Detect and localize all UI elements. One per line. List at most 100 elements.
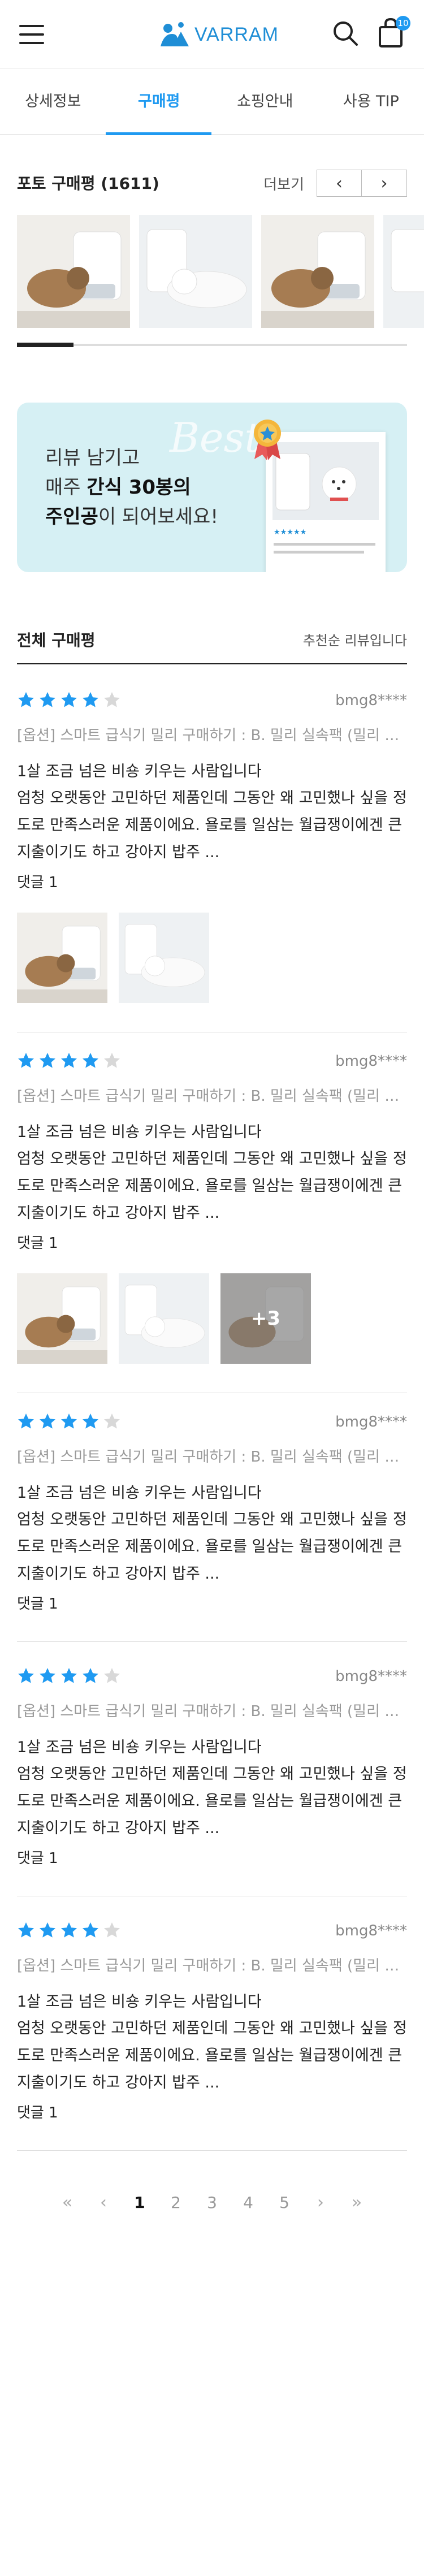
white-cat-feeder-image [139,215,252,328]
banner-line-3-post: 이 되어보세요! [98,505,218,528]
review-comments[interactable]: 댓글 1 [17,1231,58,1252]
banner-line-3-bold: 주인공 [45,505,98,528]
search-icon[interactable] [331,19,360,47]
page-1[interactable]: 1 [122,2193,158,2212]
review-divider [17,2150,407,2151]
app-header: VARRAM 10 [0,0,424,69]
review-item[interactable]: bmg8**** [옵션] 스마트 급식기 밀리 구매하기 : B. 밀리 실속… [17,1667,407,1893]
white-cat-feeder-image [119,1273,209,1364]
review-photo-more[interactable]: +3 [220,1273,311,1364]
star-empty-icon [104,692,120,707]
star-filled-icon [18,692,34,707]
review-item[interactable]: bmg8**** [옵션] 스마트 급식기 밀리 구매하기 : B. 밀리 실속… [17,691,407,1008]
review-photos [17,913,209,1003]
next-page-button[interactable]: › [302,2193,339,2212]
review-comments[interactable]: 댓글 1 [17,1847,58,1868]
review-item[interactable]: bmg8**** [옵션] 스마트 급식기 밀리 구매하기 : B. 밀리 실속… [17,1412,407,1639]
next-button[interactable]: › [362,170,407,197]
cat-feeder-image [17,1273,107,1364]
carousel-scroll-track [17,344,407,346]
active-tab-indicator [106,132,211,135]
review-body: 엄청 오랫동안 고민하던 제품인데 그동안 왜 고민했나 싶을 정도로 만족스러… [17,1511,407,1583]
review-title: 1살 조금 넘은 비숑 키우는 사람입니다 [17,1739,262,1756]
photo-review-thumb[interactable] [261,215,374,328]
review-body: 엄청 오랫동안 고민하던 제품인데 그동안 왜 고민했나 싶을 정도로 만족스러… [17,789,407,861]
star-filled-icon [61,1922,77,1938]
star-empty-icon [104,1414,120,1429]
tab-shopping-info[interactable]: 쇼핑안내 [212,69,318,134]
review-photo[interactable] [119,1273,209,1364]
photo-reviews-header: 포토 구매평 (1611) 더보기 ‹ › [17,170,407,198]
banner-line-1: 리뷰 남기고 [45,447,140,469]
star-filled-icon [61,1053,77,1068]
review-item[interactable]: bmg8**** [옵션] 스마트 급식기 밀리 구매하기 : B. 밀리 실속… [17,1052,407,1368]
page-2[interactable]: 2 [158,2193,194,2212]
banner-dog-photo [272,442,379,520]
prev-button[interactable]: ‹ [317,170,362,197]
banner-card-stars: ★★★★★ [274,528,307,537]
white-cat-feeder-image [119,913,209,1003]
page-4[interactable]: 4 [230,2193,266,2212]
last-page-button[interactable]: » [339,2193,375,2212]
banner-line-2-bold: 간식 30봉의 [86,476,191,499]
review-username: bmg8**** [335,692,407,709]
menu-icon[interactable] [19,25,44,44]
star-filled-icon [18,1668,34,1683]
page-5[interactable]: 5 [266,2193,302,2212]
star-filled-icon [83,692,98,707]
cart-count-badge: 10 [396,16,410,31]
sort-label[interactable]: 추천순 리뷰입니다 [303,629,407,649]
brand-logo[interactable]: VARRAM [158,20,279,49]
more-link[interactable]: 더보기 [263,173,304,194]
photo-review-thumb[interactable] [17,215,130,328]
star-filled-icon [83,1053,98,1068]
review-option: [옵션] 스마트 급식기 밀리 구매하기 : B. 밀리 실속팩 (밀리 + 코… [17,727,407,744]
review-option: [옵션] 스마트 급식기 밀리 구매하기 : B. 밀리 실속팩 (밀리 + 코… [17,1957,407,1974]
photo-review-carousel [17,215,424,328]
review-event-banner[interactable]: Best 리뷰 남기고 매주 간식 30봉의 주인공이 되어보세요! ★★★★★ [17,403,407,572]
review-username: bmg8**** [335,1922,407,1939]
review-photo[interactable] [17,913,107,1003]
rating-stars [17,691,121,710]
star-filled-icon [18,1053,34,1068]
star-filled-icon [40,1053,55,1068]
star-filled-icon [18,1414,34,1429]
review-item[interactable]: bmg8**** [옵션] 스마트 급식기 밀리 구매하기 : B. 밀리 실속… [17,1921,407,2147]
page-3[interactable]: 3 [194,2193,230,2212]
review-option: [옵션] 스마트 급식기 밀리 구매하기 : B. 밀리 실속팩 (밀리 + 코… [17,1703,407,1720]
review-photo[interactable] [119,913,209,1003]
review-comments[interactable]: 댓글 1 [17,871,58,892]
photo-review-thumb[interactable] [383,215,424,328]
tab-reviews[interactable]: 구매평 [106,69,213,134]
review-comments[interactable]: 댓글 1 [17,2101,58,2122]
photo-review-thumb[interactable] [139,215,252,328]
review-body: 엄청 오랫동안 고민하던 제품인데 그동안 왜 고민했나 싶을 정도로 만족스러… [17,2020,407,2091]
prev-page-button[interactable]: ‹ [85,2193,122,2212]
review-photo[interactable] [17,1273,107,1364]
more-photos-count: +3 [220,1273,311,1364]
banner-card-text-line [274,543,375,546]
review-photos: +3 [17,1273,311,1364]
carousel-scroll-thumb[interactable] [17,343,73,347]
logo-mark-icon [161,22,189,46]
star-filled-icon [83,1668,98,1683]
star-filled-icon [18,1922,34,1938]
banner-line-3: 주인공이 되어보세요! [45,502,218,531]
star-filled-icon [40,1414,55,1429]
rating-stars [17,1412,121,1432]
pagination: « ‹ 1 2 3 4 5 › » [0,2193,424,2212]
review-title: 1살 조금 넘은 비숑 키우는 사람입니다 [17,1993,262,2011]
first-page-button[interactable]: « [49,2193,85,2212]
review-username: bmg8**** [335,1053,407,1070]
review-body: 엄청 오랫동안 고민하던 제품인데 그동안 왜 고민했나 싶을 정도로 만족스러… [17,1765,407,1837]
tab-usage-tip[interactable]: 사용 TIP [318,69,424,134]
star-filled-icon [40,1668,55,1683]
review-option: [옵션] 스마트 급식기 밀리 구매하기 : B. 밀리 실속팩 (밀리 + 코… [17,1449,407,1466]
rating-stars [17,1667,121,1686]
star-filled-icon [40,1922,55,1938]
cart-button[interactable]: 10 [375,16,410,49]
chevron-left-icon: ‹ [100,2193,107,2212]
banner-text: 리뷰 남기고 매주 간식 30봉의 주인공이 되어보세요! [45,443,218,531]
review-comments[interactable]: 댓글 1 [17,1592,58,1613]
tab-details[interactable]: 상세정보 [0,69,106,134]
